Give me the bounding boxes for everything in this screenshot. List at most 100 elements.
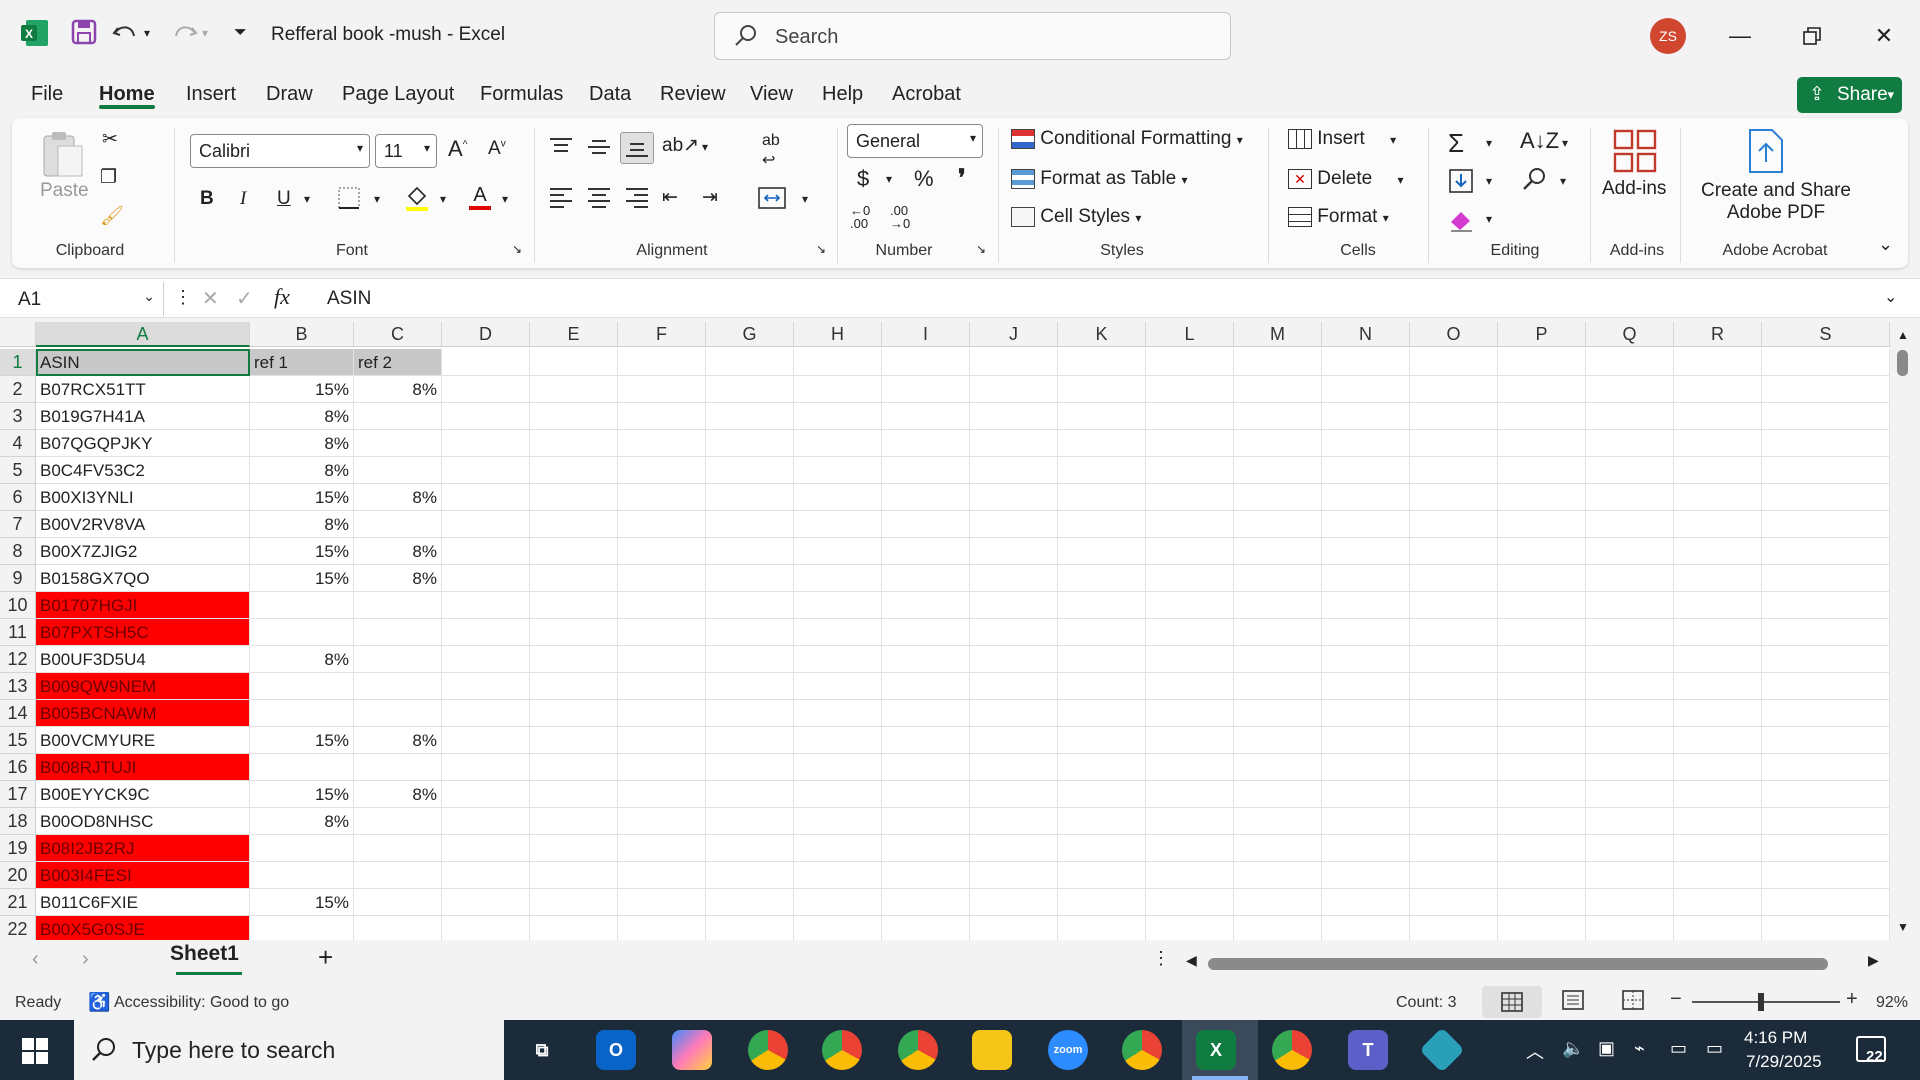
header-cell[interactable]: ref 1 bbox=[250, 349, 354, 376]
table-cell[interactable] bbox=[618, 376, 706, 403]
table-cell[interactable] bbox=[1058, 781, 1146, 808]
row-header[interactable]: 2 bbox=[0, 376, 36, 403]
scroll-left-icon[interactable]: ◀ bbox=[1186, 952, 1197, 969]
table-cell[interactable] bbox=[1762, 538, 1890, 565]
chrome-profile-2-icon[interactable] bbox=[822, 1030, 862, 1070]
column-header-s[interactable]: S bbox=[1762, 322, 1890, 347]
table-cell[interactable] bbox=[706, 565, 794, 592]
table-cell[interactable] bbox=[618, 403, 706, 430]
table-cell[interactable]: 8% bbox=[354, 538, 442, 565]
table-cell[interactable] bbox=[250, 754, 354, 781]
table-cell[interactable] bbox=[1234, 538, 1322, 565]
table-cell[interactable] bbox=[530, 430, 618, 457]
table-cell[interactable] bbox=[1498, 781, 1586, 808]
row-header[interactable]: 13 bbox=[0, 673, 36, 700]
table-cell[interactable] bbox=[1586, 754, 1674, 781]
table-cell[interactable] bbox=[1410, 430, 1498, 457]
table-cell[interactable] bbox=[1762, 565, 1890, 592]
align-top-icon[interactable] bbox=[548, 136, 574, 164]
table-cell[interactable] bbox=[1498, 673, 1586, 700]
table-cell[interactable] bbox=[1322, 646, 1410, 673]
table-cell[interactable]: B00UF3D5U4 bbox=[36, 646, 250, 673]
table-cell[interactable]: 8% bbox=[354, 781, 442, 808]
table-cell[interactable] bbox=[442, 376, 530, 403]
table-cell[interactable] bbox=[1762, 700, 1890, 727]
table-cell[interactable] bbox=[442, 862, 530, 889]
autosum-icon[interactable]: Σ bbox=[1448, 128, 1464, 159]
tab-data[interactable]: Data bbox=[589, 83, 631, 106]
zoom-icon[interactable]: zoom bbox=[1048, 1030, 1088, 1070]
table-cell[interactable] bbox=[1146, 808, 1234, 835]
table-cell[interactable] bbox=[354, 592, 442, 619]
header-cell[interactable] bbox=[794, 349, 882, 376]
table-cell[interactable] bbox=[1762, 916, 1890, 940]
table-cell[interactable] bbox=[706, 862, 794, 889]
table-cell[interactable] bbox=[1762, 781, 1890, 808]
table-cell[interactable] bbox=[1322, 403, 1410, 430]
header-cell[interactable] bbox=[1674, 349, 1762, 376]
undo-dropdown-icon[interactable]: ▾ bbox=[144, 26, 150, 40]
table-cell[interactable] bbox=[1234, 673, 1322, 700]
tab-acrobat[interactable]: Acrobat bbox=[892, 83, 961, 106]
table-cell[interactable] bbox=[882, 862, 970, 889]
table-cell[interactable] bbox=[1146, 511, 1234, 538]
table-cell[interactable] bbox=[530, 781, 618, 808]
table-cell[interactable] bbox=[442, 808, 530, 835]
header-cell[interactable] bbox=[530, 349, 618, 376]
table-cell[interactable] bbox=[354, 808, 442, 835]
row-header[interactable]: 16 bbox=[0, 754, 36, 781]
table-cell[interactable] bbox=[354, 916, 442, 940]
name-box[interactable]: A1 ⌄ bbox=[6, 282, 164, 316]
table-cell[interactable]: 8% bbox=[250, 457, 354, 484]
header-cell[interactable] bbox=[1146, 349, 1234, 376]
table-cell[interactable] bbox=[1234, 835, 1322, 862]
confirm-entry-icon[interactable]: ✓ bbox=[236, 286, 253, 311]
table-cell[interactable] bbox=[530, 565, 618, 592]
format-painter-icon[interactable]: 🖌 bbox=[100, 204, 124, 228]
table-cell[interactable] bbox=[1762, 511, 1890, 538]
table-cell[interactable] bbox=[970, 619, 1058, 646]
table-cell[interactable] bbox=[618, 565, 706, 592]
table-cell[interactable] bbox=[882, 835, 970, 862]
insert-cells-button[interactable]: Insert ▾ bbox=[1288, 128, 1396, 150]
table-cell[interactable] bbox=[1234, 889, 1322, 916]
chevron-down-icon[interactable]: ▾ bbox=[886, 172, 892, 186]
table-cell[interactable] bbox=[1410, 673, 1498, 700]
sheet-next-icon[interactable]: › bbox=[82, 948, 89, 971]
table-cell[interactable] bbox=[1586, 484, 1674, 511]
table-cell[interactable] bbox=[1674, 889, 1762, 916]
table-cell[interactable] bbox=[1058, 538, 1146, 565]
find-select-icon[interactable] bbox=[1520, 166, 1548, 200]
row-header[interactable]: 6 bbox=[0, 484, 36, 511]
tab-home[interactable]: Home bbox=[99, 83, 155, 106]
table-cell[interactable]: B009QW9NEM bbox=[36, 673, 250, 700]
table-cell[interactable] bbox=[1322, 592, 1410, 619]
increase-indent-icon[interactable]: ⇥ bbox=[702, 186, 718, 209]
table-cell[interactable]: 8% bbox=[250, 808, 354, 835]
table-cell[interactable] bbox=[882, 619, 970, 646]
table-cell[interactable] bbox=[1146, 727, 1234, 754]
table-cell[interactable] bbox=[618, 457, 706, 484]
tab-insert[interactable]: Insert bbox=[186, 83, 236, 106]
decrease-decimal-icon[interactable]: .00 →0 bbox=[890, 204, 910, 230]
horizontal-scroll-thumb[interactable] bbox=[1208, 958, 1828, 970]
chevron-down-icon[interactable]: ▾ bbox=[1560, 174, 1566, 188]
decrease-indent-icon[interactable]: ⇤ bbox=[662, 186, 678, 209]
expand-formula-bar-icon[interactable]: ⌄ bbox=[1884, 287, 1897, 307]
column-header-r[interactable]: R bbox=[1674, 322, 1762, 347]
align-bottom-icon[interactable] bbox=[620, 132, 654, 164]
table-cell[interactable] bbox=[970, 376, 1058, 403]
tab-draw[interactable]: Draw bbox=[266, 83, 313, 106]
restore-icon[interactable] bbox=[1792, 16, 1832, 56]
table-cell[interactable] bbox=[1234, 646, 1322, 673]
align-right-icon[interactable] bbox=[624, 186, 650, 214]
table-cell[interactable] bbox=[442, 457, 530, 484]
tab-review[interactable]: Review bbox=[660, 83, 726, 106]
table-cell[interactable] bbox=[1058, 673, 1146, 700]
column-header-e[interactable]: E bbox=[530, 322, 618, 347]
italic-icon[interactable]: I bbox=[240, 188, 246, 210]
table-cell[interactable]: 8% bbox=[250, 511, 354, 538]
table-cell[interactable] bbox=[442, 565, 530, 592]
merge-center-icon[interactable] bbox=[757, 186, 787, 216]
chrome-profile-1-icon[interactable] bbox=[748, 1030, 788, 1070]
